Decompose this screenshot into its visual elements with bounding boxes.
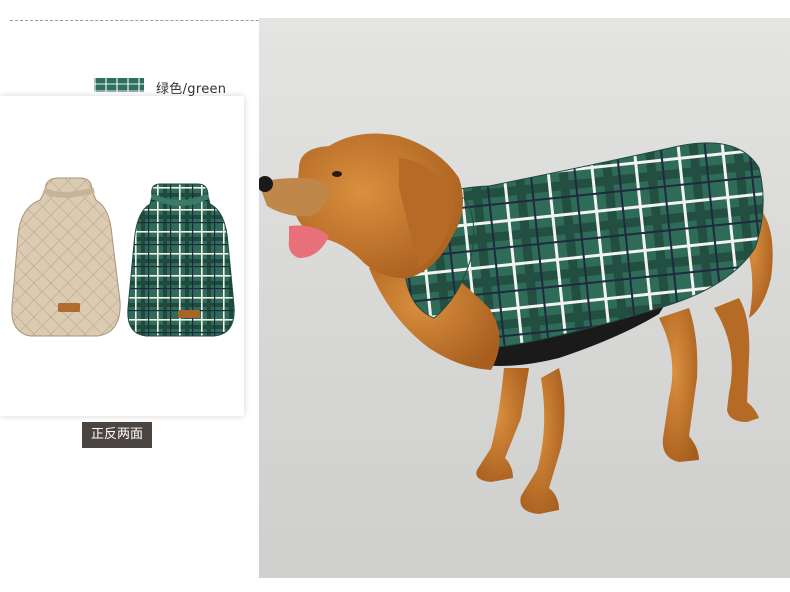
dog-photo [259, 18, 790, 578]
color-option-label: 绿色/green [156, 82, 227, 97]
product-image-frame [0, 96, 244, 416]
reversible-caption: 正反两面 [82, 422, 152, 448]
dog-in-coat-icon [259, 133, 773, 514]
green-plaid-swatch[interactable] [94, 78, 144, 92]
plaid-coat-icon [127, 183, 235, 337]
beige-coat-icon [11, 177, 121, 337]
reversible-coat-image [11, 177, 235, 337]
